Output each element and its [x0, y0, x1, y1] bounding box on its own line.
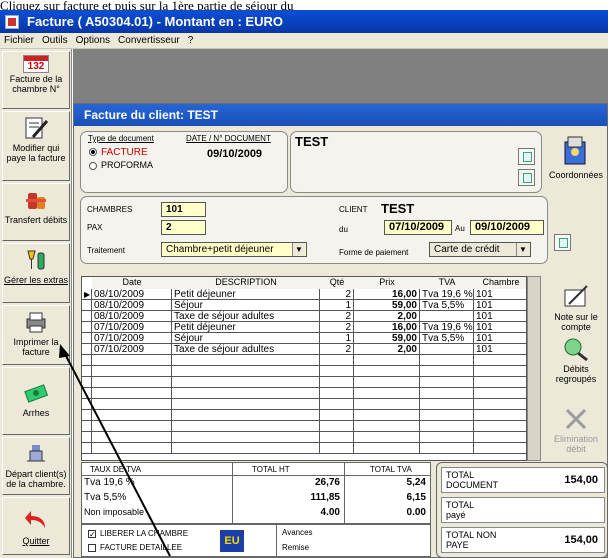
annotation-arrow — [59, 344, 171, 557]
